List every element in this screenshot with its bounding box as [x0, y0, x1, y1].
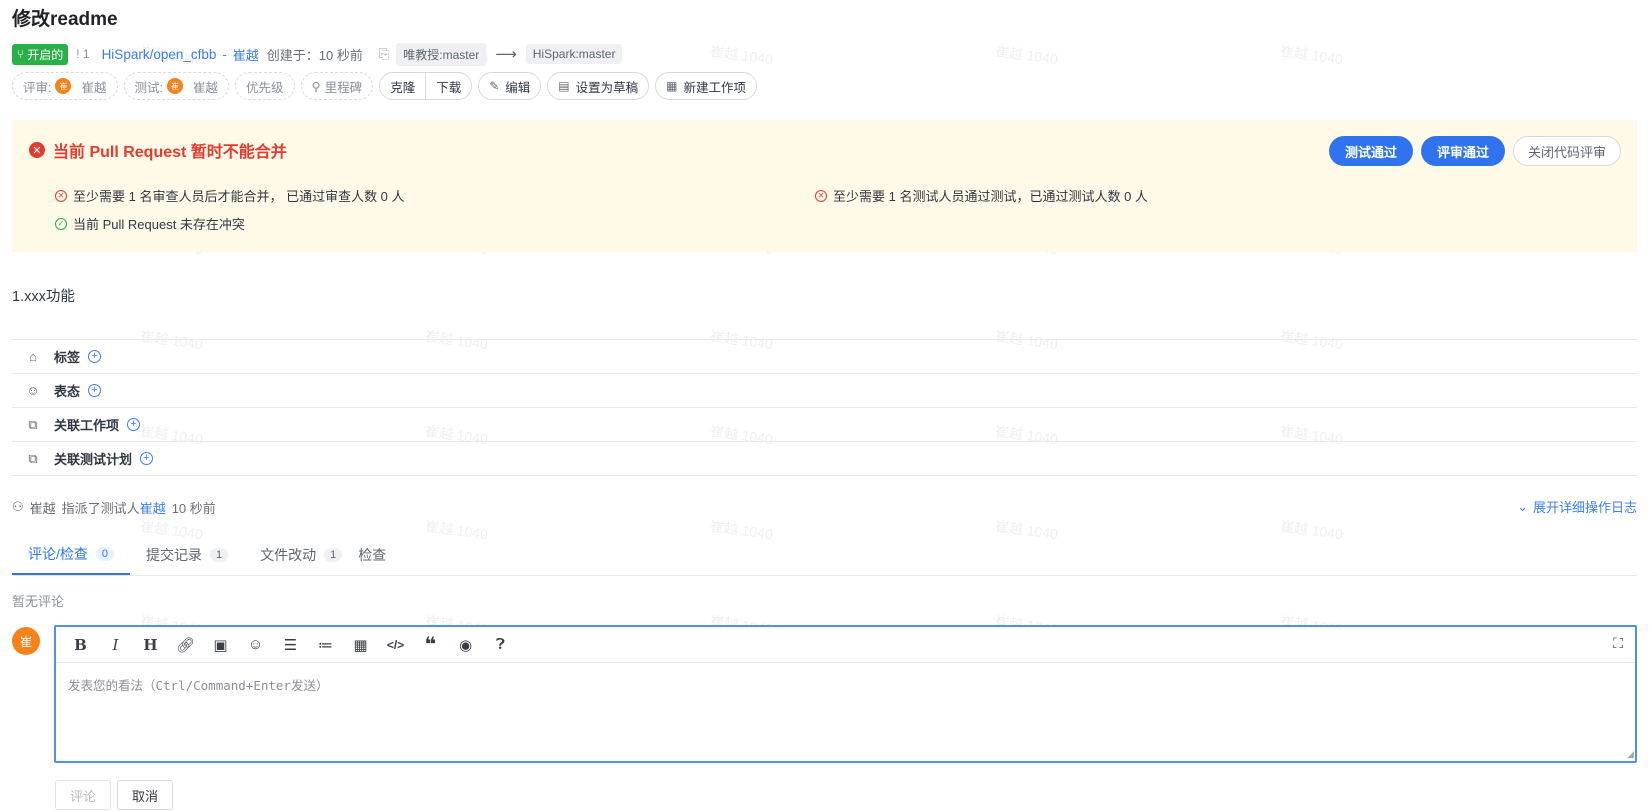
link-items-icon: ⧉	[28, 416, 38, 432]
tag-icon: ⌂	[29, 349, 37, 364]
no-comment-text: 暂无评论	[12, 594, 65, 609]
copy-icon[interactable]: ⎘	[379, 46, 389, 62]
fail-icon: ✕	[815, 189, 827, 202]
attribute-row-work-items: ⧉ 关联工作项 +	[12, 408, 1637, 442]
smile-icon: ☺	[26, 383, 40, 398]
attribute-row-reactions: ☺ 表态 +	[12, 374, 1637, 408]
attribute-row-tags: ⌂ 标签 +	[12, 340, 1637, 374]
comment-actions: 评论 取消	[55, 780, 174, 810]
page-title: 修改readme	[12, 9, 118, 30]
download-button[interactable]: 下载	[425, 73, 471, 99]
activity-time: 10 秒前	[171, 500, 216, 516]
meta-separator: -	[222, 46, 227, 62]
fail-icon: ✕	[55, 189, 67, 202]
image-icon[interactable]: ▣	[210, 634, 231, 655]
milestone-icon: ⚲	[311, 79, 321, 94]
arrow-right-icon: ⟶	[495, 46, 517, 63]
quote-icon[interactable]: ❝	[420, 634, 441, 656]
clone-download-group: 克隆 下载	[379, 72, 473, 100]
activity-entry: ⚇ 崔越 指派了测试人 崔越 10 秒前 ⌄ 展开详细操作日志	[12, 497, 1637, 517]
priority-chip[interactable]: 优先级	[235, 72, 295, 100]
tab-count: 0	[95, 547, 115, 561]
chevron-down-icon: ⌄	[1517, 498, 1528, 514]
fullscreen-icon[interactable]: ⛶	[1613, 635, 1623, 652]
resize-handle-icon[interactable]: ◢	[1627, 749, 1634, 760]
table-icon[interactable]: ▦	[350, 634, 371, 655]
expand-log-link[interactable]: ⌄ 展开详细操作日志	[1517, 497, 1637, 516]
activity-actor: 崔越	[29, 500, 56, 516]
new-work-item-button[interactable]: ▦ 新建工作项	[655, 72, 758, 100]
add-work-item-icon[interactable]: +	[127, 418, 141, 431]
preview-eye-icon[interactable]: ◉	[455, 634, 476, 655]
avatar: 崔	[166, 78, 183, 94]
link-plans-icon: ⧉	[28, 450, 38, 466]
status-badge: ⑂ 开启的	[12, 43, 69, 65]
reviewer-chip[interactable]: 评审: 崔 崔越	[12, 72, 118, 100]
attribute-list: ⌂ 标签 + ☺ 表态 + ⧉ 关联工作项 + ⧉ 关联测试计划 +	[12, 339, 1637, 476]
bullet-list-icon[interactable]: ☰	[280, 634, 301, 655]
bold-icon[interactable]: B	[70, 634, 91, 655]
banner-title: ✕ 当前 Pull Request 暂时不能合并	[29, 138, 287, 162]
work-item-icon: ▦	[666, 79, 678, 93]
set-draft-button[interactable]: ▤ 设置为草稿	[547, 72, 650, 100]
pr-action-chips: 评审: 崔 崔越 测试: 崔 崔越 优先级 ⚲ 里程碑 克隆 下载 ✎ 编辑 ▤…	[12, 72, 758, 100]
numbered-list-icon[interactable]: ≔	[315, 634, 336, 655]
created-time: 创建于：10 秒前	[266, 47, 363, 63]
tab-commits[interactable]: 提交记录 1	[130, 535, 244, 575]
add-test-plan-icon[interactable]: +	[140, 452, 154, 465]
code-icon[interactable]: </>	[385, 634, 406, 655]
clone-button[interactable]: 克隆	[380, 73, 425, 99]
pr-description: 1.xxx功能	[12, 289, 75, 305]
author-link[interactable]: 崔越	[233, 45, 259, 64]
attribute-row-test-plans: ⧉ 关联测试计划 +	[12, 442, 1637, 476]
draft-icon: ▤	[558, 79, 570, 93]
edit-button[interactable]: ✎ 编辑	[478, 72, 542, 100]
review-pass-button[interactable]: 评审通过	[1420, 136, 1505, 166]
tab-checks[interactable]: 检查	[358, 535, 402, 575]
comment-button[interactable]: 评论	[55, 780, 112, 810]
comment-editor: B I H 🔗︎ ▣ ☺ ☰ ≔ ▦ </> ❝ ◉ ❓︎ ⛶ 发表您的看法（C…	[54, 625, 1637, 763]
activity-target[interactable]: 崔越	[140, 498, 166, 517]
emoji-icon[interactable]: ☺	[245, 634, 266, 655]
link-icon[interactable]: 🔗︎	[175, 634, 196, 655]
add-reaction-icon[interactable]: +	[88, 384, 102, 397]
watermark-text: 崔越 1040	[994, 42, 1059, 68]
source-branch[interactable]: 唯教授:master	[396, 42, 487, 66]
check-icon: ✓	[55, 217, 67, 230]
tab-files[interactable]: 文件改动 1	[244, 535, 358, 575]
help-icon[interactable]: ❓︎	[490, 634, 511, 655]
milestone-chip[interactable]: ⚲ 里程碑	[300, 72, 374, 100]
merge-request-icon: ⑂	[17, 47, 25, 61]
tab-count: 1	[324, 548, 343, 562]
test-condition: ✕ 至少需要 1 名测试人员通过测试，已通过测试人数 0 人	[815, 186, 1148, 205]
repo-link[interactable]: HiSpark/open_cfbb	[102, 47, 217, 62]
close-review-button[interactable]: 关闭代码评审	[1512, 136, 1621, 166]
conflict-condition: ✓ 当前 Pull Request 未存在冲突	[55, 214, 245, 233]
review-condition: ✕ 至少需要 1 名审查人员后才能合并， 已通过审查人数 0 人	[55, 186, 405, 205]
edit-icon: ✎	[489, 79, 500, 93]
error-icon: ✕	[29, 142, 45, 158]
pr-number: ! 1	[76, 47, 90, 61]
italic-icon[interactable]: I	[105, 634, 126, 655]
watermark-text: 崔越 1040	[709, 42, 774, 68]
editor-toolbar: B I H 🔗︎ ▣ ☺ ☰ ≔ ▦ </> ❝ ◉ ❓︎	[56, 627, 1635, 663]
tester-chip[interactable]: 测试: 崔 崔越	[123, 72, 229, 100]
watermark-text: 崔越 1040	[1279, 42, 1344, 68]
avatar: 崔	[12, 627, 40, 655]
user-icon: ⚇	[12, 499, 24, 514]
tab-count: 1	[210, 548, 229, 562]
heading-icon[interactable]: H	[140, 634, 161, 655]
avatar: 崔	[55, 78, 72, 94]
comment-input[interactable]: 发表您的看法（Ctrl/Command+Enter发送）	[68, 675, 328, 694]
tab-bar: 评论/检查 0 提交记录 1 文件改动 1 检查	[12, 536, 1637, 576]
cancel-button[interactable]: 取消	[117, 780, 174, 810]
pr-meta: ⑂ 开启的 ! 1 HiSpark/open_cfbb - 崔越 创建于：10 …	[12, 42, 623, 66]
target-branch[interactable]: HiSpark:master	[525, 44, 623, 64]
add-tag-icon[interactable]: +	[88, 350, 102, 363]
merge-status-banner: ✕ 当前 Pull Request 暂时不能合并 测试通过 评审通过 关闭代码评…	[12, 120, 1637, 252]
test-pass-button[interactable]: 测试通过	[1328, 136, 1413, 166]
banner-actions: 测试通过 评审通过 关闭代码评审	[1328, 136, 1621, 166]
tab-comments[interactable]: 评论/检查 0	[12, 535, 131, 575]
activity-action: 指派了测试人	[61, 500, 140, 516]
